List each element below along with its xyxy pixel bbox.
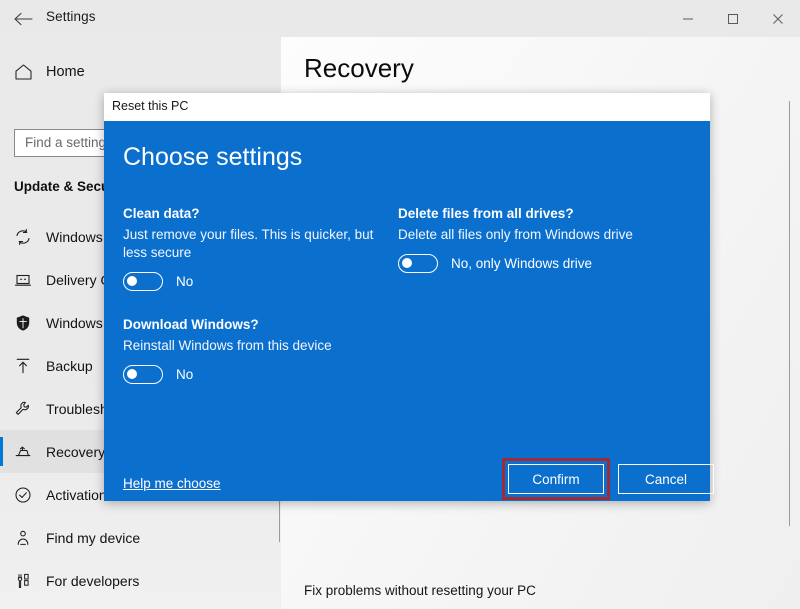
- laptop-icon: [0, 271, 46, 289]
- delete-files-toggle-row: No, only Windows drive: [398, 250, 688, 276]
- window-titlebar: Settings: [0, 0, 800, 37]
- window-controls: [665, 0, 800, 37]
- clean-data-question: Clean data?: [123, 206, 200, 221]
- dialog-actions: Confirm Cancel: [502, 458, 714, 500]
- home-icon: [0, 63, 46, 81]
- sidebar-item-label: Find my device: [46, 529, 141, 546]
- back-arrow-icon[interactable]: [10, 6, 36, 32]
- screen-root: Settings Home Find a setting Update & Se…: [0, 0, 800, 609]
- toggle-knob: [402, 257, 412, 268]
- dialog-title: Reset this PC: [112, 99, 189, 113]
- sidebar-item-label: Delivery O: [46, 271, 112, 288]
- dialog-left-column: Clean data? Just remove your files. This…: [123, 205, 399, 387]
- maximize-icon[interactable]: [710, 0, 755, 37]
- sidebar-item-windows-insider-program[interactable]: Windows Insider Program: [0, 602, 281, 609]
- search-placeholder: Find a setting: [25, 135, 107, 150]
- page-title: Recovery: [304, 53, 414, 83]
- shield-icon: [0, 314, 46, 332]
- download-windows-description: Reinstall Windows from this device: [123, 338, 332, 353]
- sidebar-home-label: Home: [46, 64, 85, 80]
- minimize-icon[interactable]: [665, 0, 710, 37]
- delete-files-group: Delete files from all drives? Delete all…: [398, 205, 688, 276]
- cancel-button-wrap: Cancel: [618, 464, 714, 494]
- reset-this-pc-dialog: Reset this PC Choose settings Clean data…: [104, 93, 714, 501]
- recovery-icon: [0, 443, 46, 461]
- sidebar-item-label: Activation: [46, 486, 107, 503]
- sidebar-item-label: For developers: [46, 572, 140, 589]
- download-windows-toggle-row: No: [123, 361, 399, 387]
- dialog-right-column: Delete files from all drives? Delete all…: [398, 205, 688, 276]
- clean-data-toggle-row: No: [123, 268, 399, 294]
- confirm-button[interactable]: Confirm: [508, 464, 604, 494]
- clean-data-group: Clean data? Just remove your files. This…: [123, 205, 399, 294]
- sidebar-item-label: Troublesh: [46, 400, 108, 417]
- sidebar-item-label: Recovery: [46, 443, 106, 460]
- dialog-titlebar: Reset this PC: [104, 93, 710, 121]
- sidebar-section-header: Update & Secu: [14, 179, 110, 194]
- help-me-choose-link[interactable]: Help me choose: [123, 476, 221, 491]
- delete-files-description: Delete all files only from Windows drive: [398, 227, 633, 242]
- selection-indicator: [0, 437, 3, 466]
- toggle-knob: [127, 368, 137, 379]
- download-windows-question: Download Windows?: [123, 317, 259, 332]
- delete-files-toggle-label: No, only Windows drive: [451, 255, 593, 271]
- cancel-button[interactable]: Cancel: [618, 464, 714, 494]
- dialog-heading: Choose settings: [123, 143, 303, 171]
- sidebar-item-home[interactable]: Home: [0, 53, 281, 91]
- upload-arrow-icon: [0, 357, 46, 375]
- delete-files-toggle[interactable]: [398, 253, 438, 273]
- confirm-button-highlight: Confirm: [502, 458, 610, 500]
- clean-data-description: Just remove your files. This is quicker,…: [123, 227, 374, 260]
- dialog-body: Choose settings Clean data? Just remove …: [104, 121, 714, 501]
- download-windows-toggle-label: No: [176, 366, 194, 382]
- sidebar-item-label: Backup: [46, 357, 93, 374]
- person-pin-icon: [0, 529, 46, 547]
- sidebar-item-label: Windows: [46, 228, 103, 245]
- wrench-icon: [0, 400, 46, 418]
- close-icon[interactable]: [755, 0, 800, 37]
- check-circle-icon: [0, 486, 46, 504]
- sidebar-item-find-my-device[interactable]: Find my device: [0, 516, 281, 559]
- delete-files-question: Delete files from all drives?: [398, 206, 574, 221]
- clean-data-toggle-label: No: [176, 273, 194, 289]
- fix-problems-link[interactable]: Fix problems without resetting your PC: [304, 583, 536, 598]
- sync-icon: [0, 228, 46, 246]
- download-windows-toggle[interactable]: [123, 364, 163, 384]
- download-windows-group: Download Windows? Reinstall Windows from…: [123, 316, 399, 387]
- toggle-knob: [127, 275, 137, 286]
- sidebar-item-for-developers[interactable]: For developers: [0, 559, 281, 602]
- sidebar-item-label: Windows: [46, 314, 103, 331]
- clean-data-toggle[interactable]: [123, 271, 163, 291]
- window-title: Settings: [46, 9, 96, 24]
- tools-icon: [0, 572, 46, 590]
- content-scrollbar[interactable]: [789, 101, 790, 526]
